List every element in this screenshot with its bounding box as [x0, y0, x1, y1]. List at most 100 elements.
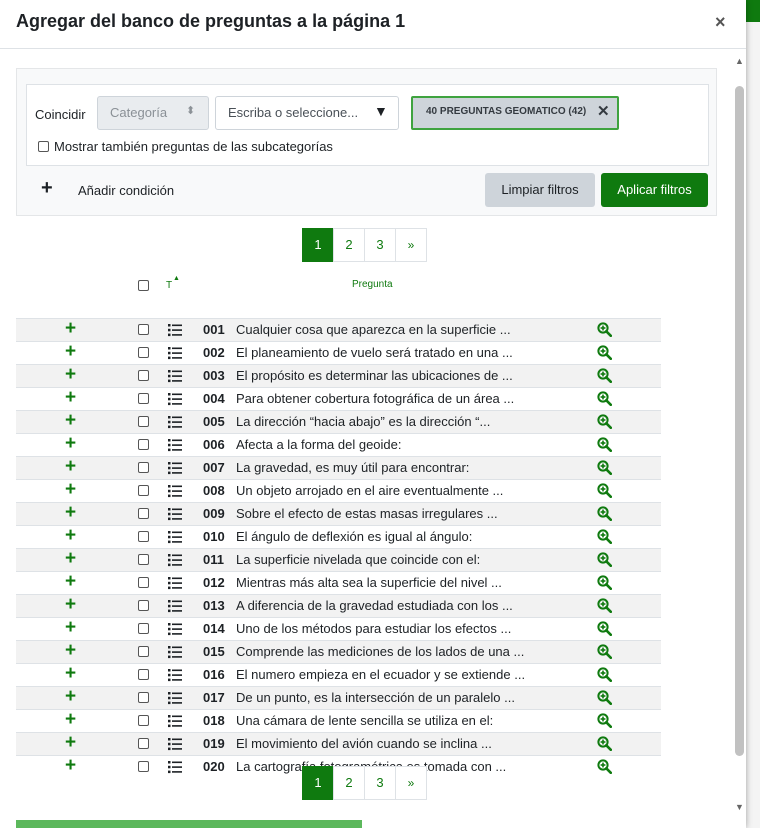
add-question-plus-icon[interactable]: +: [65, 663, 76, 685]
add-question-plus-icon[interactable]: +: [65, 594, 76, 616]
background-page: [744, 0, 760, 828]
page-3-link[interactable]: 3: [364, 228, 396, 262]
table-row: +006 Afecta a la forma del geoide:: [16, 433, 661, 456]
page-1-link[interactable]: 1: [302, 766, 334, 800]
table-row: +003 El propósito es determinar las ubica…: [16, 364, 661, 387]
multichoice-type-icon: [168, 438, 182, 452]
question-checkbox[interactable]: [138, 324, 149, 335]
question-bank-dialog: Agregar del banco de preguntas a la pági…: [0, 0, 746, 828]
zoom-in-icon[interactable]: [597, 690, 613, 706]
page-2-link[interactable]: 2: [333, 766, 365, 800]
show-subcategories-option[interactable]: Mostrar también preguntas de las subcate…: [38, 139, 333, 154]
question-checkbox[interactable]: [138, 531, 149, 542]
add-question-plus-icon[interactable]: +: [65, 640, 76, 662]
question-number: 005: [203, 414, 225, 429]
question-checkbox[interactable]: [138, 347, 149, 358]
multichoice-type-icon: [168, 645, 182, 659]
question-checkbox[interactable]: [138, 393, 149, 404]
question-checkbox[interactable]: [138, 554, 149, 565]
add-question-plus-icon[interactable]: +: [65, 617, 76, 639]
question-checkbox[interactable]: [138, 738, 149, 749]
add-question-plus-icon[interactable]: +: [65, 548, 76, 570]
question-checkbox[interactable]: [138, 577, 149, 588]
add-question-plus-icon[interactable]: +: [65, 755, 76, 777]
column-header-question[interactable]: Pregunta: [352, 279, 393, 290]
add-question-plus-icon[interactable]: +: [65, 686, 76, 708]
add-question-plus-icon[interactable]: +: [65, 502, 76, 524]
apply-filters-button[interactable]: Aplicar filtros: [601, 173, 708, 207]
question-checkbox[interactable]: [138, 370, 149, 381]
add-question-plus-icon[interactable]: +: [65, 364, 76, 386]
zoom-in-icon[interactable]: [597, 575, 613, 591]
category-search-combobox[interactable]: Escriba o seleccione... ▼: [215, 96, 399, 130]
add-condition-button[interactable]: Añadir condición: [78, 183, 174, 198]
zoom-in-icon[interactable]: [597, 713, 613, 729]
question-checkbox[interactable]: [138, 715, 149, 726]
add-condition-plus-icon[interactable]: +: [41, 177, 53, 200]
zoom-in-icon[interactable]: [597, 322, 613, 338]
zoom-in-icon[interactable]: [597, 506, 613, 522]
dropdown-arrow-icon[interactable]: ▼: [374, 103, 388, 119]
question-checkbox[interactable]: [138, 692, 149, 703]
column-header-type[interactable]: T: [166, 280, 172, 291]
zoom-in-icon[interactable]: [597, 736, 613, 752]
question-checkbox[interactable]: [138, 416, 149, 427]
add-question-plus-icon[interactable]: +: [65, 732, 76, 754]
question-checkbox[interactable]: [138, 669, 149, 680]
question-checkbox[interactable]: [138, 600, 149, 611]
next-page-link[interactable]: »: [395, 228, 427, 262]
zoom-in-icon[interactable]: [597, 667, 613, 683]
page-1-link[interactable]: 1: [302, 228, 334, 262]
close-icon[interactable]: ×: [715, 12, 726, 33]
question-checkbox[interactable]: [138, 508, 149, 519]
zoom-in-icon[interactable]: [597, 598, 613, 614]
zoom-in-icon[interactable]: [597, 460, 613, 476]
question-checkbox[interactable]: [138, 646, 149, 657]
page-3-link[interactable]: 3: [364, 766, 396, 800]
zoom-in-icon[interactable]: [597, 759, 613, 775]
zoom-in-icon[interactable]: [597, 483, 613, 499]
question-number: 001: [203, 322, 225, 337]
question-checkbox[interactable]: [138, 462, 149, 473]
zoom-in-icon[interactable]: [597, 391, 613, 407]
add-question-plus-icon[interactable]: +: [65, 479, 76, 501]
zoom-in-icon[interactable]: [597, 345, 613, 361]
question-checkbox[interactable]: [138, 485, 149, 496]
dialog-scrollbar[interactable]: ▲ ▼: [732, 54, 746, 820]
page-2-link[interactable]: 2: [333, 228, 365, 262]
select-all-checkbox[interactable]: [138, 280, 149, 291]
zoom-in-icon[interactable]: [597, 414, 613, 430]
table-row: +004 Para obtener cobertura fotográfica d…: [16, 387, 661, 410]
zoom-in-icon[interactable]: [597, 529, 613, 545]
zoom-in-icon[interactable]: [597, 621, 613, 637]
add-question-plus-icon[interactable]: +: [65, 456, 76, 478]
add-question-plus-icon[interactable]: +: [65, 571, 76, 593]
question-checkbox[interactable]: [138, 623, 149, 634]
next-page-link[interactable]: »: [395, 766, 427, 800]
add-question-plus-icon[interactable]: +: [65, 318, 76, 340]
scrollbar-thumb[interactable]: [735, 86, 744, 756]
table-row: +008 Un objeto arrojado en el aire eventu…: [16, 479, 661, 502]
question-number: 003: [203, 368, 225, 383]
category-select[interactable]: Categoría ⬍: [97, 96, 209, 130]
subcategories-checkbox[interactable]: [38, 141, 49, 152]
category-filter-chip[interactable]: 40 PREGUNTAS GEOMATICO (42) ✕: [411, 96, 619, 130]
zoom-in-icon[interactable]: [597, 437, 613, 453]
clear-filters-button[interactable]: Limpiar filtros: [485, 173, 595, 207]
add-question-plus-icon[interactable]: +: [65, 387, 76, 409]
add-question-plus-icon[interactable]: +: [65, 433, 76, 455]
zoom-in-icon[interactable]: [597, 368, 613, 384]
scroll-up-icon[interactable]: ▲: [735, 56, 744, 66]
zoom-in-icon[interactable]: [597, 644, 613, 660]
question-checkbox[interactable]: [138, 761, 149, 772]
add-question-plus-icon[interactable]: +: [65, 341, 76, 363]
add-question-plus-icon[interactable]: +: [65, 525, 76, 547]
add-question-plus-icon[interactable]: +: [65, 410, 76, 432]
zoom-in-icon[interactable]: [597, 552, 613, 568]
add-question-plus-icon[interactable]: +: [65, 709, 76, 731]
remove-chip-icon[interactable]: ✕: [597, 102, 610, 120]
question-checkbox[interactable]: [138, 439, 149, 450]
table-row: +015 Comprende las mediciones de los lado…: [16, 640, 661, 663]
sort-ascending-icon[interactable]: ▲: [173, 275, 180, 282]
scroll-down-icon[interactable]: ▼: [735, 802, 744, 812]
